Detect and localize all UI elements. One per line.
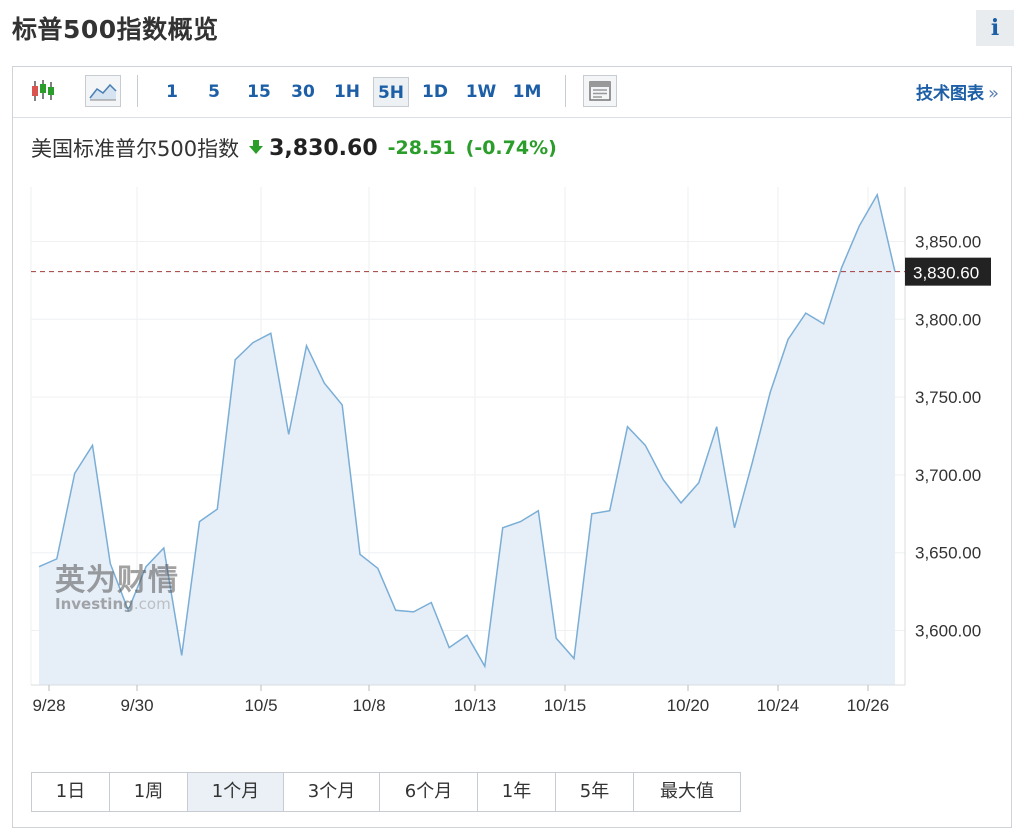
investing-watermark-logo: 英为财情 Investing.com [55,555,179,613]
x-tick-label: 10/5 [244,696,277,715]
range-2[interactable]: 1周 [110,773,188,811]
info-button[interactable]: i [976,10,1014,46]
range-1[interactable]: 1日 [32,773,110,811]
watermark-en: Investing.com [55,595,179,613]
x-tick-label: 10/26 [847,696,890,715]
x-tick-label: 9/30 [120,696,153,715]
y-tick-label: 3,600.00 [915,622,981,641]
y-tick-label: 3,750.00 [915,388,981,407]
y-tick-label: 3,650.00 [915,544,981,563]
x-tick-label: 10/8 [352,696,385,715]
y-tick-label: 3,800.00 [915,310,981,329]
range-4[interactable]: 3个月 [284,773,380,811]
chart-widget: 技术图表» 1 5 15 30 1H 5H 1D 1W 1M 美国标准普尔500指数 3,830… [12,66,1012,828]
y-tick-label: 3,700.00 [915,466,981,485]
time-range-selector: 1日 1周 1个月 3个月 6个月 1年 5年 最大值 [31,772,741,812]
watermark-en-main: Investing [55,595,134,613]
range-3[interactable]: 1个月 [188,773,284,811]
watermark-en-suffix: .com [133,595,171,613]
range-8[interactable]: 最大值 [634,773,740,811]
x-tick-label: 9/28 [32,696,65,715]
page-title: 标普500指数概览 [12,15,219,44]
range-5[interactable]: 6个月 [380,773,478,811]
current-price-label: 3,830.60 [913,264,979,283]
watermark-cn: 英为财情 [55,563,179,598]
x-tick-label: 10/15 [544,696,587,715]
y-tick-label: 3,850.00 [915,232,981,251]
price-chart[interactable]: 3,600.00 3,650.00 3,700.00 3,750.00 3,800.00… [13,67,1011,767]
range-7[interactable]: 5年 [556,773,634,811]
x-tick-label: 10/13 [454,696,497,715]
x-tick-label: 10/20 [667,696,710,715]
range-6[interactable]: 1年 [478,773,556,811]
x-tick-label: 10/24 [757,696,800,715]
